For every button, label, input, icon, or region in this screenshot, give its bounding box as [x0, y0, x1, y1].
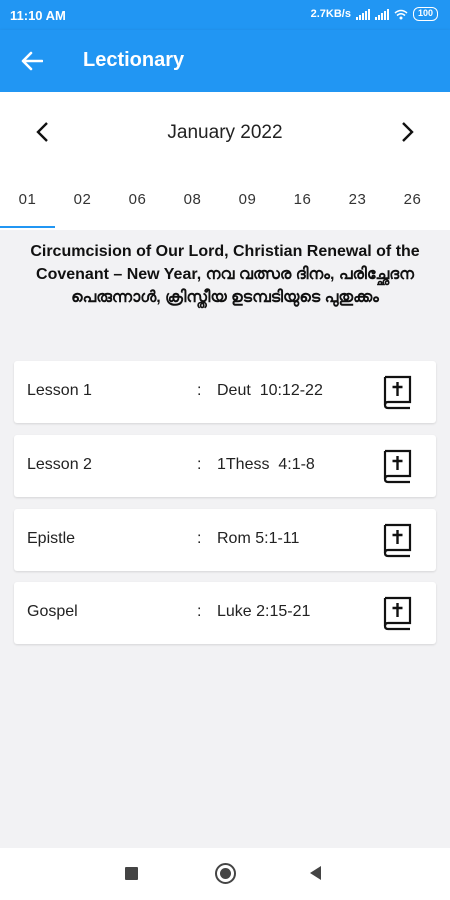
tab-day-01[interactable]: 01: [0, 184, 55, 230]
day-tabs: 01 02 06 08 09 16 23 26: [0, 184, 450, 230]
reading-separator: :: [197, 456, 202, 473]
next-month-button[interactable]: [394, 118, 422, 146]
page-title: Lectionary: [83, 49, 185, 71]
bible-icon[interactable]: [380, 595, 414, 631]
wifi-icon: [394, 9, 408, 19]
month-label: January 2022: [167, 122, 283, 143]
reading-label: Epistle: [27, 530, 76, 547]
tab-day-09[interactable]: 09: [220, 184, 275, 230]
tab-day-16[interactable]: 16: [275, 184, 330, 230]
status-icons: 2.7KB/s 100: [311, 7, 438, 21]
month-header: January 2022 01 02 06 08 09 16 23 26: [0, 92, 450, 230]
battery-icon: 100: [412, 7, 438, 21]
status-bar: 11:10 AM 2.7KB/s 100: [0, 0, 450, 30]
status-time: 11:10 AM: [10, 8, 66, 23]
reading-label: Lesson 2: [27, 456, 92, 473]
tab-day-23[interactable]: 23: [330, 184, 385, 230]
home-button[interactable]: [215, 863, 236, 884]
network-speed: 2.7KB/s: [310, 8, 351, 20]
reading-reference: Luke 2:15-21: [217, 603, 311, 620]
reading-card-gospel[interactable]: Gospel : Luke 2:15-21: [14, 582, 436, 644]
reading-separator: :: [197, 382, 202, 399]
reading-card-lesson-2[interactable]: Lesson 2 : 1Thess 4:1-8: [14, 435, 436, 497]
reading-card-epistle[interactable]: Epistle : Rom 5:1-11: [14, 509, 436, 571]
feast-title: Circumcision of Our Lord, Christian Rene…: [30, 243, 420, 306]
reading-separator: :: [197, 603, 202, 620]
reading-card-lesson-1[interactable]: Lesson 1 : Deut 10:12-22: [14, 361, 436, 423]
back-button[interactable]: [18, 48, 46, 74]
tab-day-08[interactable]: 08: [165, 184, 220, 230]
signal-icon: [374, 8, 389, 20]
reading-reference: Rom 5:1-11: [217, 530, 300, 547]
app-bar: Lectionary: [0, 30, 450, 92]
arrow-left-icon: [21, 51, 43, 71]
reading-reference: Deut 10:12-22: [217, 382, 323, 399]
tab-day-26[interactable]: 26: [385, 184, 440, 230]
system-back-button[interactable]: [310, 866, 321, 880]
reading-label: Lesson 1: [27, 382, 92, 399]
chevron-right-icon: [402, 122, 414, 142]
bible-icon[interactable]: [380, 448, 414, 484]
system-nav-bar: [0, 848, 450, 900]
reading-reference: 1Thess 4:1-8: [217, 456, 315, 473]
tab-day-06[interactable]: 06: [110, 184, 165, 230]
bible-icon[interactable]: [380, 522, 414, 558]
reading-label: Gospel: [27, 603, 78, 620]
reading-separator: :: [197, 530, 202, 547]
tab-day-02[interactable]: 02: [55, 184, 110, 230]
signal-icon: [355, 8, 370, 20]
recents-button[interactable]: [125, 867, 138, 880]
bible-icon[interactable]: [380, 374, 414, 410]
